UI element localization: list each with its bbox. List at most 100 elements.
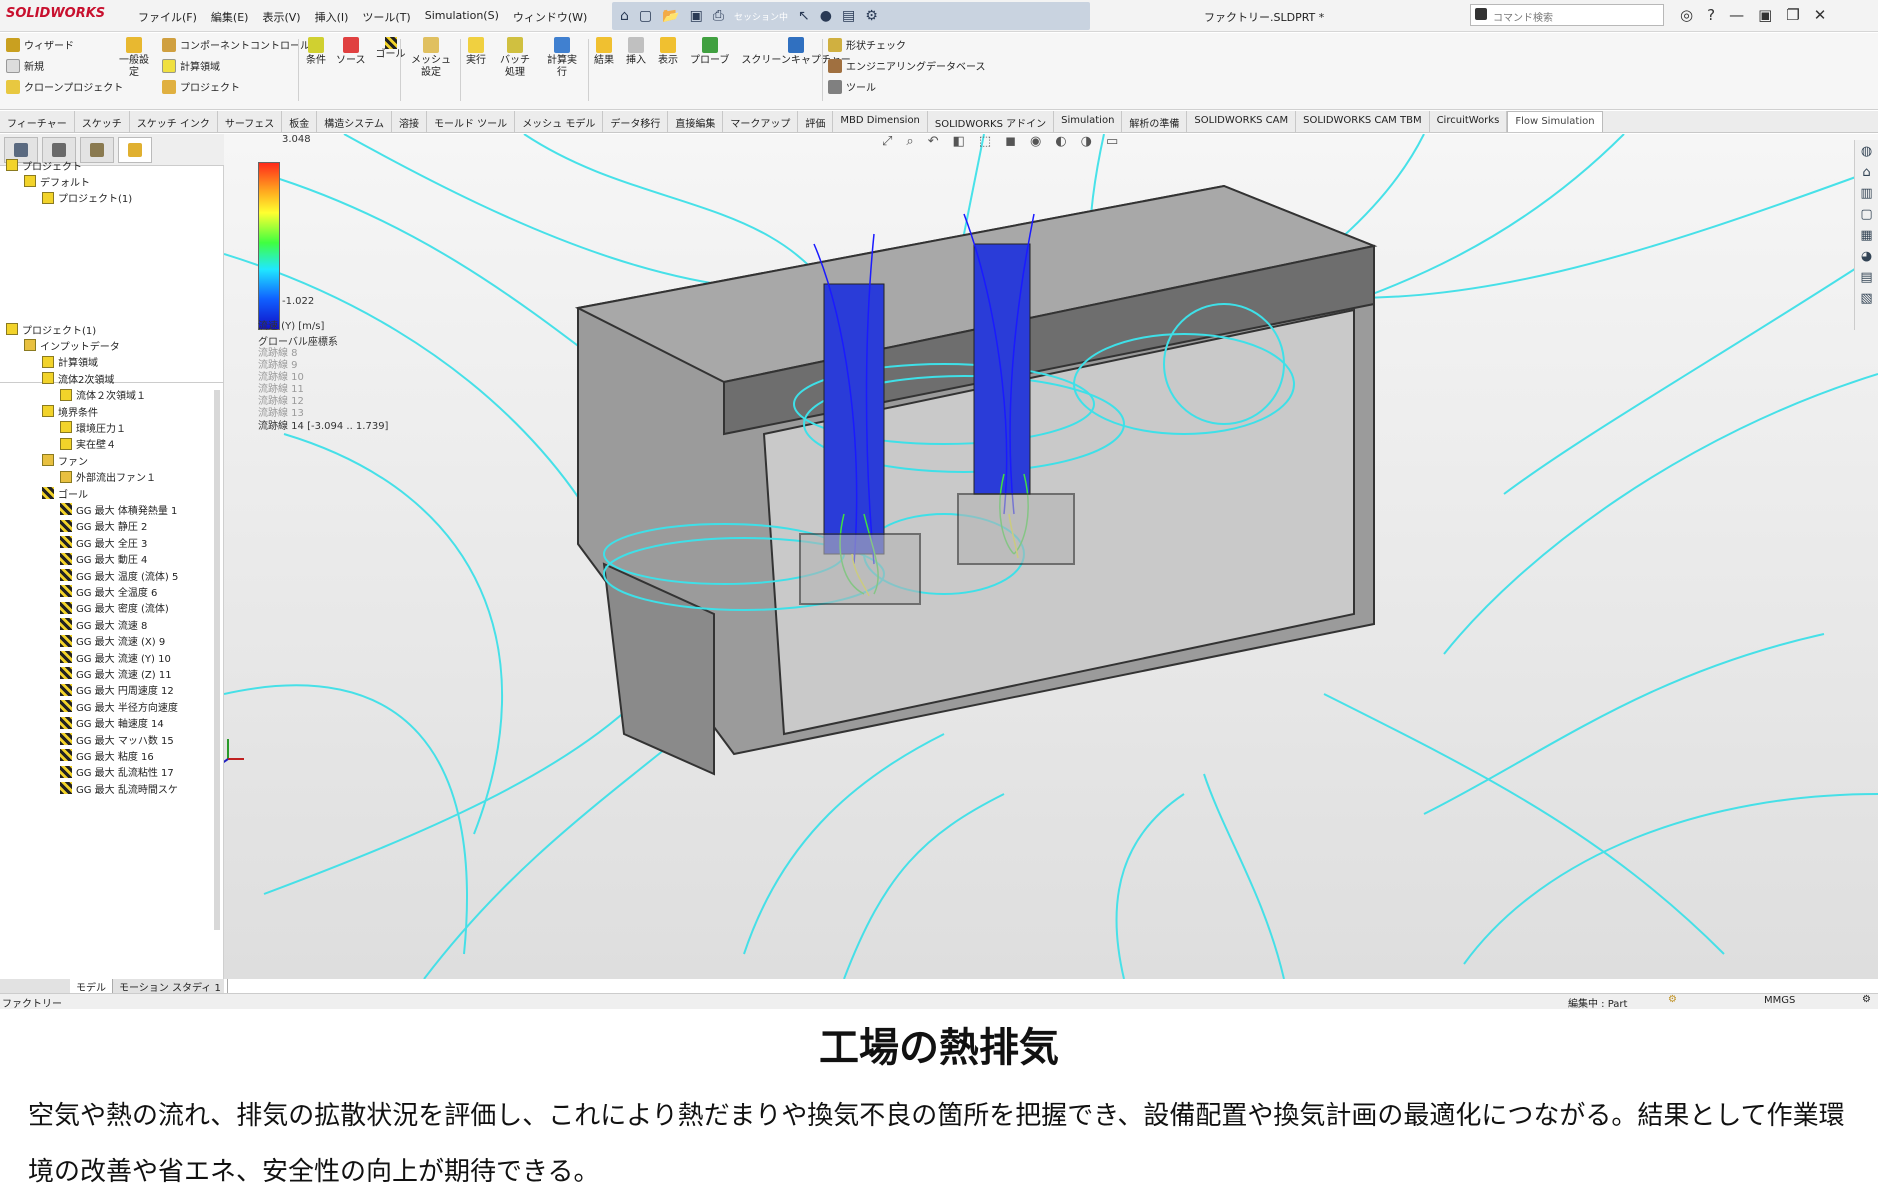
print-icon[interactable]: ⎙ [713, 8, 724, 24]
home-icon[interactable]: ⌂ [1862, 165, 1870, 180]
tree-item[interactable]: ファン [42, 451, 88, 469]
probe-button[interactable]: プローブ [690, 37, 729, 67]
configuration-manager-tab[interactable] [80, 136, 114, 163]
maximize-icon[interactable]: ❐ [1786, 6, 1799, 24]
results-button[interactable]: 結果 [594, 37, 614, 67]
component-control-button[interactable]: コンポーネントコントロール [162, 37, 310, 52]
tab-12[interactable]: 評価 [798, 111, 834, 132]
tree-item[interactable]: GG 最大 温度 (流体) 5 [60, 566, 178, 584]
design-library-icon[interactable]: ▥ [1860, 186, 1872, 201]
clone-project-button[interactable]: クローンプロジェクト [6, 79, 123, 94]
restore-icon[interactable]: ▣ [1758, 6, 1772, 24]
tab-6[interactable]: 溶接 [392, 111, 427, 132]
tree-item[interactable]: デフォルト [24, 172, 90, 190]
flow-line-item[interactable]: 流跡線 12 [258, 396, 388, 408]
model-tab[interactable]: モデル [70, 979, 113, 994]
tree-scrollbar[interactable] [214, 390, 220, 930]
menu-item[interactable]: 編集(E) [211, 9, 249, 25]
menu-item[interactable]: 挿入(I) [315, 9, 349, 25]
status-custom-icon[interactable]: ⚙ [1862, 994, 1871, 1005]
flow-line-item[interactable]: 流跡線 8 [258, 348, 388, 360]
menu-item[interactable]: ウィンドウ(W) [513, 9, 587, 25]
tree-item[interactable]: GG 最大 全温度 6 [60, 582, 157, 600]
tab-20[interactable]: Flow Simulation [1507, 111, 1603, 132]
user-icon[interactable]: ◎ [1680, 6, 1693, 24]
view-orientation-icon[interactable]: ⬚ [979, 134, 991, 149]
scene-icon[interactable]: ◑ [1081, 134, 1092, 149]
menu-item[interactable]: ファイル(F) [138, 9, 197, 25]
resources-icon[interactable]: ◍ [1861, 144, 1872, 159]
tab-2[interactable]: スケッチ インク [130, 111, 218, 132]
tab-8[interactable]: メッシュ モデル [515, 111, 604, 132]
tab-15[interactable]: Simulation [1054, 111, 1123, 132]
appearance-icon[interactable]: ◐ [1055, 134, 1066, 149]
tree-item[interactable]: GG 最大 軸速度 14 [60, 714, 164, 732]
tree-item[interactable]: 流体２次領域１ [60, 386, 146, 404]
tree-item[interactable]: 計算領域 [42, 353, 98, 371]
calc-run-button[interactable]: 計算実行 [544, 37, 580, 79]
select-icon[interactable]: ↖ [798, 8, 810, 24]
tab-9[interactable]: データ移行 [603, 111, 669, 132]
graphics-area[interactable]: 3.048 -1.022 流速 (Y) [m/s] グローバル座標系 流跡線 8… [224, 134, 1878, 979]
tree-item[interactable]: GG 最大 静圧 2 [60, 517, 147, 535]
insert-button[interactable]: 挿入 [626, 37, 646, 67]
file-properties-icon[interactable]: ▤ [842, 8, 855, 24]
hide-show-icon[interactable]: ◉ [1030, 134, 1041, 149]
display-button[interactable]: 表示 [658, 37, 678, 67]
tab-16[interactable]: 解析の準備 [1122, 111, 1188, 132]
tree-item[interactable]: GG 最大 密度 (流体) [60, 599, 169, 617]
tree-item[interactable]: ゴール [42, 484, 88, 502]
open-icon[interactable]: 📂 [662, 8, 679, 24]
tree-item[interactable]: GG 最大 流速 (Y) 10 [60, 648, 171, 666]
tab-19[interactable]: CircuitWorks [1430, 111, 1508, 132]
tree-item[interactable]: プロジェクト(1) [42, 189, 132, 207]
flow-line-item[interactable]: 流跡線 13 [258, 408, 388, 420]
tab-14[interactable]: SOLIDWORKS アドイン [928, 111, 1055, 132]
new-project-button[interactable]: 新規 [6, 58, 123, 73]
batch-button[interactable]: バッチ処理 [496, 37, 534, 79]
mesh-settings-button[interactable]: メッシュ設定 [408, 37, 454, 79]
tab-5[interactable]: 構造システム [317, 111, 392, 132]
tools-button[interactable]: ツール [828, 79, 986, 94]
tab-10[interactable]: 直接編集 [668, 111, 724, 132]
options-icon[interactable]: ⚙ [865, 8, 878, 24]
tab-11[interactable]: マークアップ [723, 111, 799, 132]
tab-3[interactable]: サーフェス [218, 111, 283, 132]
source-button[interactable]: ソース [336, 37, 366, 67]
tree-item[interactable]: GG 最大 半径方向速度 [60, 697, 178, 715]
tree-item[interactable]: GG 最大 円周速度 12 [60, 681, 174, 699]
previous-view-icon[interactable]: ↶ [928, 134, 939, 149]
tree-item[interactable]: 境界条件 [42, 402, 98, 420]
view-palette-icon[interactable]: ▦ [1860, 228, 1872, 243]
tree-item[interactable]: プロジェクト(1) [6, 320, 96, 338]
tree-item[interactable]: 流体2次領域 [42, 369, 114, 387]
file-explorer-icon[interactable]: ▢ [1860, 207, 1872, 222]
flow-line-active[interactable]: 流跡線 14 [-3.094 .. 1.739] [258, 420, 388, 434]
tab-1[interactable]: スケッチ [75, 111, 130, 132]
tab-13[interactable]: MBD Dimension [833, 111, 928, 132]
tree-item[interactable]: インプットデータ [24, 336, 120, 354]
menu-item[interactable]: 表示(V) [262, 9, 300, 25]
tree-item[interactable]: GG 最大 全圧 3 [60, 533, 147, 551]
tree-item[interactable]: GG 最大 流速 (X) 9 [60, 632, 165, 650]
tree-item[interactable]: GG 最大 動圧 4 [60, 550, 147, 568]
tab-0[interactable]: フィーチャー [0, 111, 75, 132]
appearances-icon[interactable]: ◕ [1861, 249, 1872, 264]
status-units[interactable]: MMGS [1764, 995, 1795, 1006]
custom-properties-icon[interactable]: ▤ [1860, 270, 1872, 285]
save-icon[interactable]: ▣ [690, 8, 703, 24]
tree-item[interactable]: 外部流出ファン１ [60, 468, 156, 486]
tree-item[interactable]: 実在壁４ [60, 435, 116, 453]
tab-18[interactable]: SOLIDWORKS CAM TBM [1296, 111, 1430, 132]
tree-item[interactable]: GG 最大 マッハ数 15 [60, 730, 174, 748]
flow-line-item[interactable]: 流跡線 9 [258, 360, 388, 372]
zoom-area-icon[interactable]: ⌕ [906, 134, 913, 149]
minimize-icon[interactable]: — [1729, 6, 1744, 24]
tree-item[interactable]: GG 最大 乱流時間スケ [60, 779, 178, 797]
forum-icon[interactable]: ▧ [1860, 291, 1872, 306]
tab-17[interactable]: SOLIDWORKS CAM [1187, 111, 1297, 132]
general-settings-button[interactable]: 一般設定 [116, 37, 152, 79]
condition-button[interactable]: 条件 [306, 37, 326, 67]
zoom-fit-icon[interactable]: ⤢ [882, 134, 892, 149]
home-icon[interactable]: ⌂ [620, 8, 629, 24]
